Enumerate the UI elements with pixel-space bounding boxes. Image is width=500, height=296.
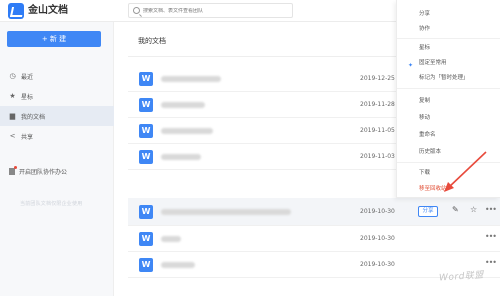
folder-icon: ▆ (9, 111, 16, 120)
menu-item-download[interactable]: 下载 (397, 166, 500, 180)
file-date: 2019-11-28 (360, 101, 395, 108)
more-options-icon[interactable]: ••• (485, 205, 497, 214)
sidebar-nav: ◷ 最近 ★ 星标 ▆ 我的文档 < 共享 (0, 66, 114, 146)
menu-item-move-to-trash[interactable]: 移至回收站 (397, 182, 500, 196)
menu-item-label: 固定至常用 (419, 60, 447, 66)
page-title: 我的文档 (138, 37, 166, 45)
word-file-icon: W (139, 72, 153, 86)
app-window: 金山文档 + 新 建 ◷ 最近 ★ 星标 ▆ 我的文档 < 共享 开启团队协作办公 当前… (0, 0, 500, 296)
file-name-blurred (161, 262, 195, 268)
share-icon: < (9, 131, 16, 140)
menu-item-history[interactable]: 历史版本 (397, 145, 500, 159)
search-box[interactable] (128, 3, 293, 18)
menu-item-move[interactable]: 移动 (397, 111, 500, 125)
word-file-icon: W (139, 124, 153, 138)
menu-divider (397, 88, 500, 89)
sidebar-faint-text: 当前团队文档仅限企业使用 (20, 201, 83, 207)
sidebar-item-label: 星标 (21, 93, 34, 101)
menu-item-copy[interactable]: 复制 (397, 94, 500, 108)
file-name-blurred (161, 154, 201, 160)
menu-item-pin[interactable]: ✦ 固定至常用 (397, 56, 500, 70)
sidebar-item-label: 我的文档 (21, 113, 46, 121)
sidebar-item-starred[interactable]: ★ 星标 (0, 86, 114, 106)
word-file-icon: W (139, 232, 153, 246)
word-file-icon: W (139, 258, 153, 272)
new-button-label: + 新 建 (41, 35, 67, 43)
file-row-selected[interactable]: W 2019-10-30 分享 ✎ ☆ ••• (128, 198, 500, 226)
sidebar-item-shared[interactable]: < 共享 (0, 126, 114, 146)
file-name-blurred (161, 209, 291, 215)
file-date: 2019-10-30 (360, 235, 395, 242)
menu-item-share[interactable]: 分享 (397, 7, 500, 21)
app-logo[interactable]: 金山文档 (8, 3, 68, 19)
search-input[interactable] (143, 7, 283, 14)
share-button[interactable]: 分享 (418, 206, 438, 217)
file-name-blurred (161, 76, 221, 82)
file-name-blurred (161, 236, 181, 242)
menu-item-rename[interactable]: 重命名 (397, 128, 500, 142)
sidebar-item-recent[interactable]: ◷ 最近 (0, 66, 114, 86)
star-icon: ★ (9, 91, 16, 100)
menu-item-mark[interactable]: 标记为「暂时处理」 (397, 71, 500, 85)
team-collab-link[interactable]: 开启团队协作办公 (9, 166, 68, 176)
sidebar-item-label: 共享 (21, 133, 34, 141)
menu-divider (397, 162, 500, 163)
file-date: 2019-10-30 (360, 208, 395, 215)
context-menu: 分享 协作 星标 ✦ 固定至常用 标记为「暂时处理」 复制 移动 重命名 历史版本… (396, 0, 500, 198)
file-row[interactable]: W 2019-10-30 ••• (128, 226, 500, 252)
clock-icon: ◷ (9, 71, 16, 80)
edit-icon[interactable]: ✎ (452, 205, 459, 214)
sidebar: + 新 建 ◷ 最近 ★ 星标 ▆ 我的文档 < 共享 开启团队协作办公 当前团队文档仅… (0, 22, 114, 296)
new-button[interactable]: + 新 建 (7, 31, 101, 47)
sidebar-item-label: 最近 (21, 73, 34, 81)
word-file-icon: W (139, 205, 153, 219)
app-title: 金山文档 (28, 5, 68, 16)
sidebar-item-my-docs[interactable]: ▆ 我的文档 (0, 106, 114, 126)
more-options-icon[interactable]: ••• (485, 232, 497, 241)
word-file-icon: W (139, 98, 153, 112)
team-icon (9, 166, 17, 175)
search-icon (133, 7, 140, 14)
menu-item-star[interactable]: 星标 (397, 41, 500, 55)
file-date: 2019-10-30 (360, 261, 395, 268)
star-icon[interactable]: ☆ (470, 205, 477, 214)
more-options-icon[interactable]: ••• (485, 258, 497, 267)
file-name-blurred (161, 102, 205, 108)
file-name-blurred (161, 128, 213, 134)
team-label: 开启团队协作办公 (19, 169, 68, 176)
menu-divider (397, 38, 500, 39)
file-date: 2019-11-05 (360, 127, 395, 134)
word-file-icon: W (139, 150, 153, 164)
menu-item-collaborate[interactable]: 协作 (397, 22, 500, 36)
kingsoft-logo-icon (8, 3, 24, 19)
file-date: 2019-11-03 (360, 153, 395, 160)
file-date: 2019-12-25 (360, 75, 395, 82)
